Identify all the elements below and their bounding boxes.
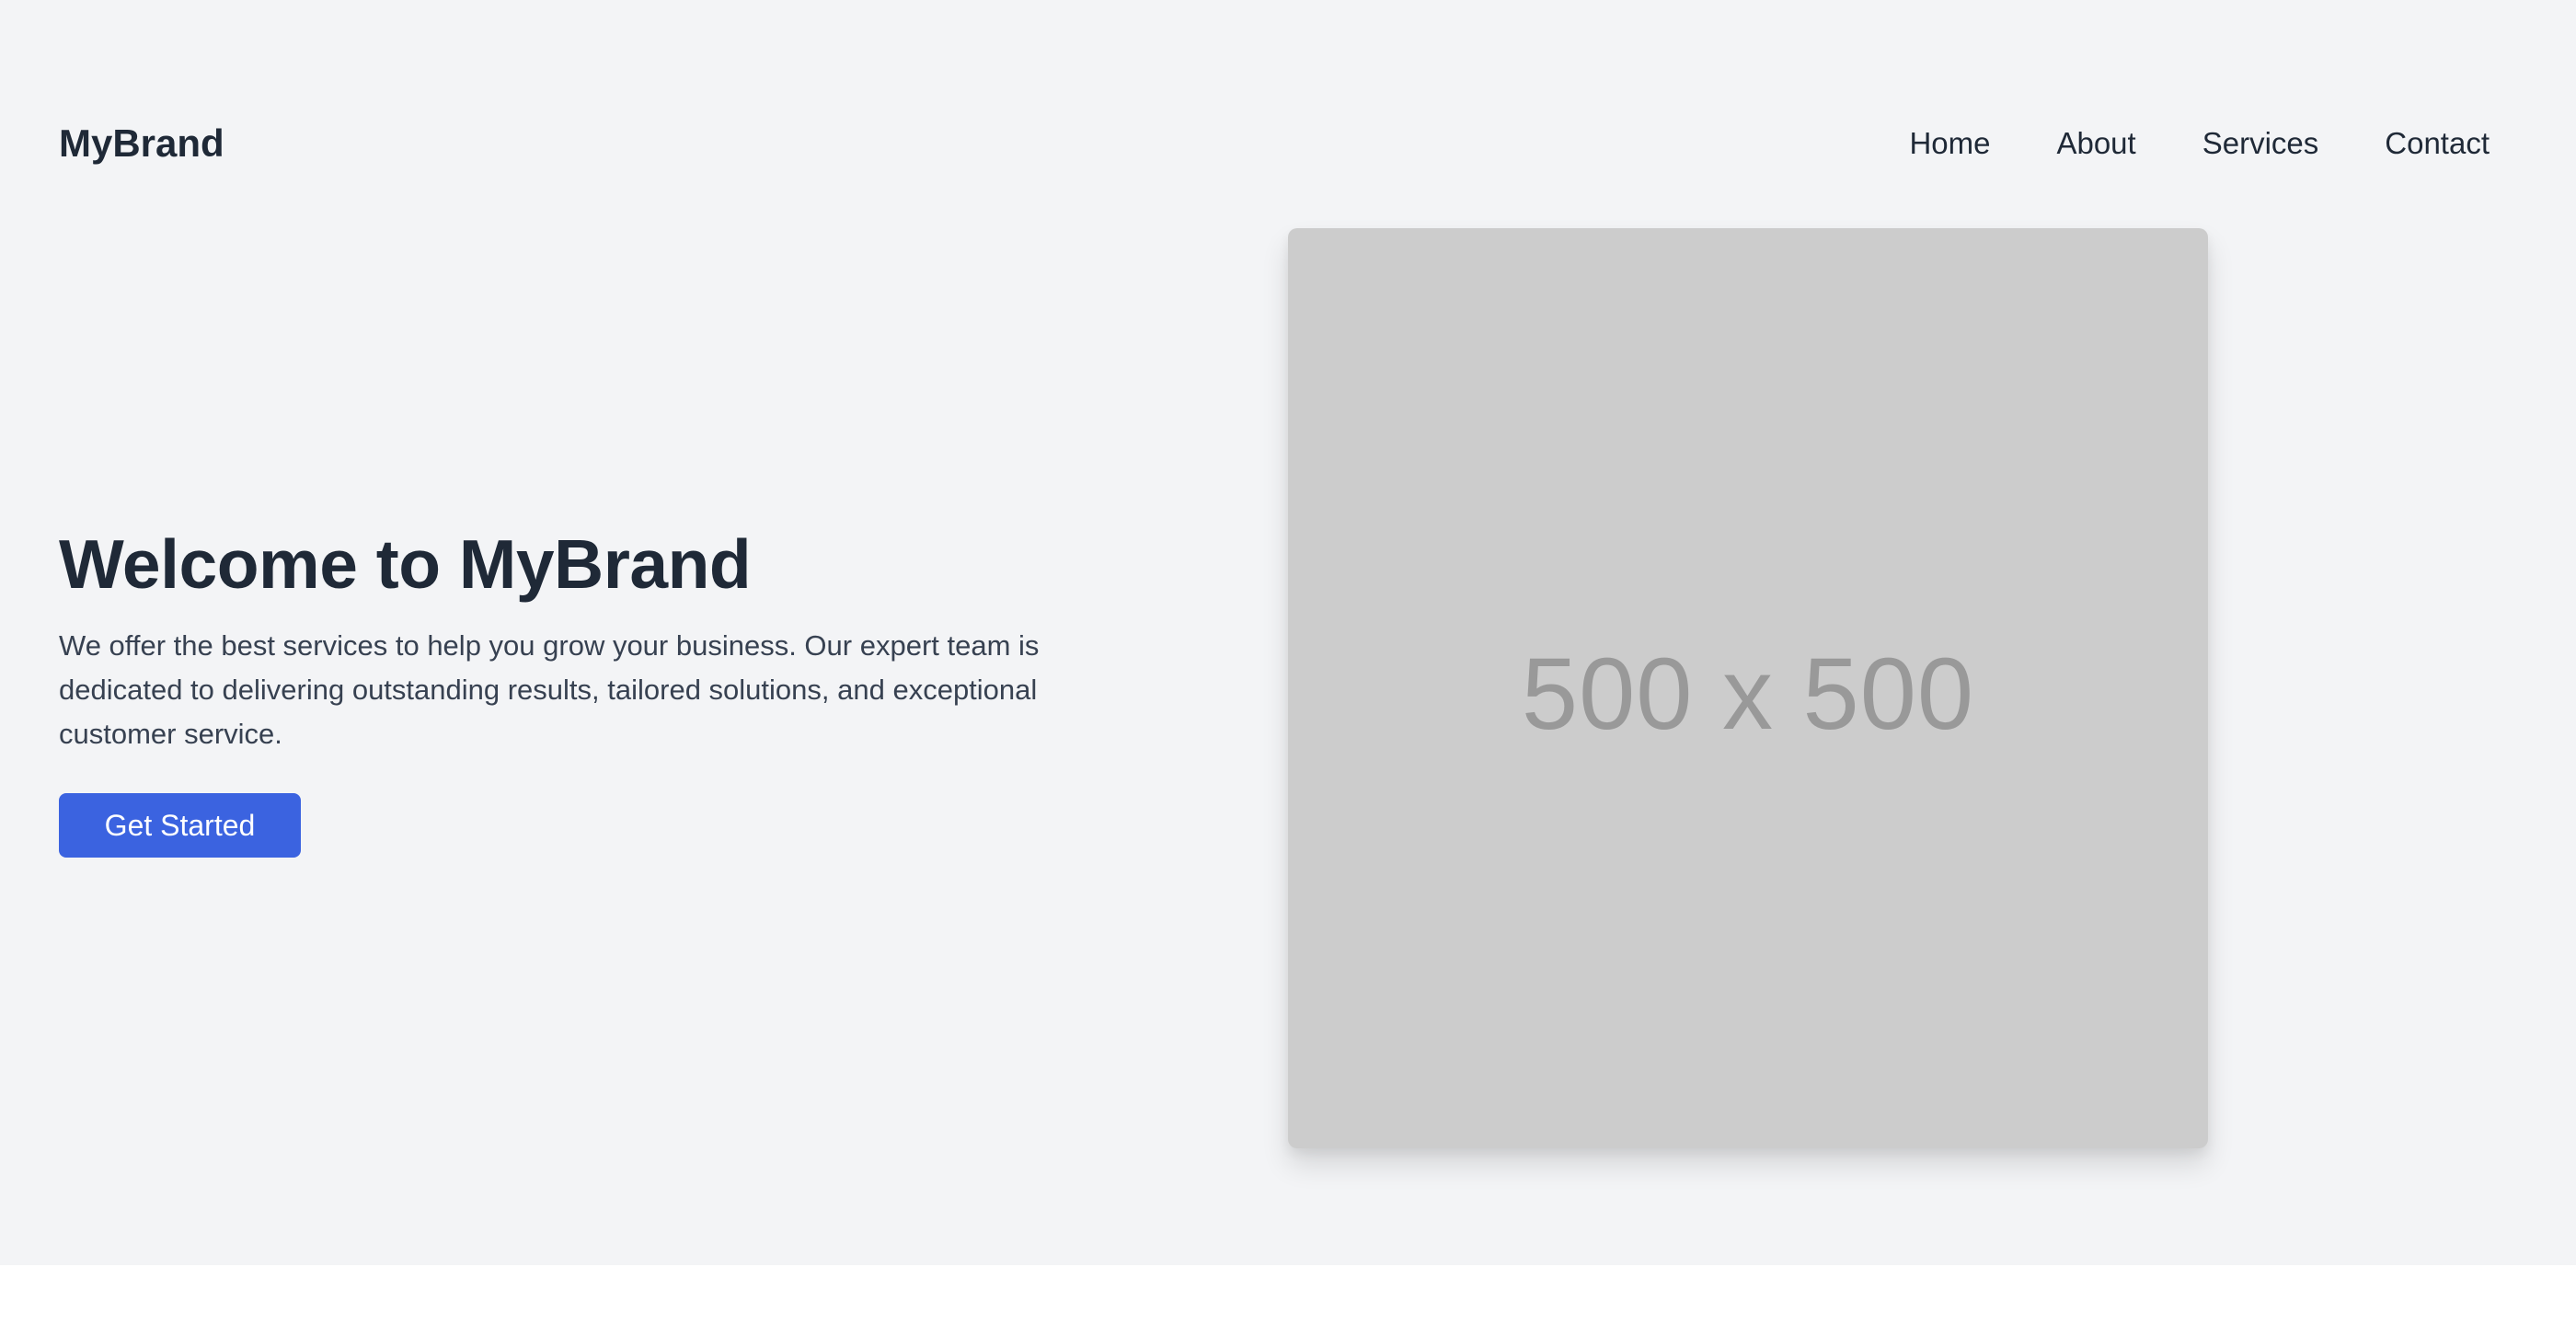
hero-text-block: Welcome to MyBrand We offer the best ser… (59, 523, 1126, 858)
nav-link-contact[interactable]: Contact (2385, 120, 2490, 167)
hero-image-placeholder: 500 x 500 (1288, 228, 2208, 1148)
nav-link-about[interactable]: About (2056, 120, 2135, 167)
nav-link-services[interactable]: Services (2202, 120, 2319, 167)
hero-title: Welcome to MyBrand (59, 525, 752, 603)
nav-link-home[interactable]: Home (1909, 120, 1990, 167)
main-nav: Home About Services Contact (1843, 120, 2490, 167)
hero-description: We offer the best services to help you g… (59, 629, 1040, 750)
get-started-button[interactable]: Get Started (59, 793, 301, 858)
image-dimensions-label: 500 x 500 (1521, 637, 1975, 751)
brand-logo[interactable]: MyBrand (59, 118, 224, 169)
hero-section: MyBrand Home About Services Contact Welc… (0, 0, 2576, 1265)
